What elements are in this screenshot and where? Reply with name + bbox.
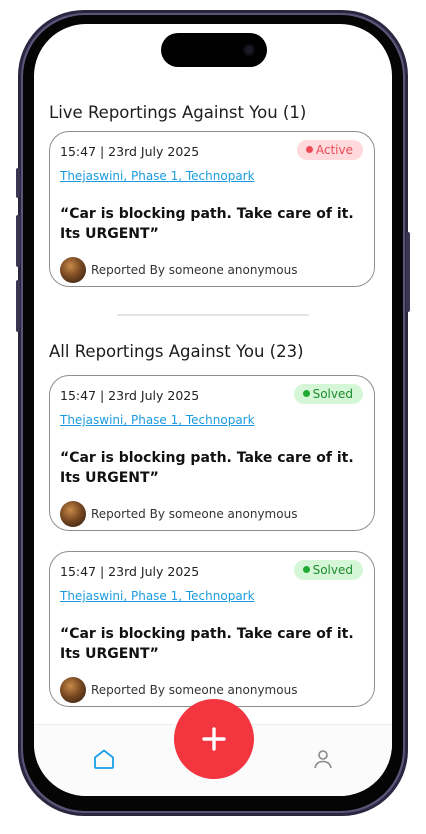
status-label: Solved xyxy=(312,563,353,577)
status-dot-icon xyxy=(302,390,310,397)
live-section-title: Live Reportings Against You (1) xyxy=(49,103,307,122)
avatar xyxy=(60,677,86,703)
status-label: Active xyxy=(315,143,353,157)
section-divider xyxy=(117,314,309,316)
status-badge: Active xyxy=(296,140,363,160)
reporter-text: Reported By someone anonymous xyxy=(91,263,298,277)
user-icon[interactable] xyxy=(311,747,335,771)
add-report-button[interactable] xyxy=(174,699,254,779)
avatar xyxy=(60,257,86,283)
location-link[interactable]: Thejaswini, Phase 1, Technopark xyxy=(60,169,255,183)
camera-icon xyxy=(243,44,255,56)
report-card[interactable]: 15:47 | 23rd July 2025 Solved Thejaswini… xyxy=(49,551,375,707)
report-time: 15:47 | 23rd July 2025 xyxy=(60,388,200,403)
status-badge: Solved xyxy=(293,384,363,404)
dynamic-island xyxy=(161,33,267,67)
reporter-text: Reported By someone anonymous xyxy=(91,683,298,697)
report-time: 15:47 | 23rd July 2025 xyxy=(60,564,200,579)
all-section-title: All Reportings Against You (23) xyxy=(49,342,304,361)
plus-icon xyxy=(202,727,226,751)
status-dot-icon xyxy=(305,146,313,153)
location-link[interactable]: Thejaswini, Phase 1, Technopark xyxy=(60,413,255,427)
report-message: “Car is blocking path. Take care of it. … xyxy=(60,206,354,242)
phone-side-button xyxy=(16,280,20,332)
avatar xyxy=(60,501,86,527)
status-label: Solved xyxy=(312,387,353,401)
status-dot-icon xyxy=(302,566,310,573)
phone-side-button xyxy=(406,232,410,312)
location-link[interactable]: Thejaswini, Phase 1, Technopark xyxy=(60,589,255,603)
home-icon[interactable] xyxy=(92,747,116,771)
report-message: “Car is blocking path. Take care of it. … xyxy=(60,626,354,662)
report-time: 15:47 | 23rd July 2025 xyxy=(60,144,200,159)
phone-side-button xyxy=(16,215,20,267)
reporter-text: Reported By someone anonymous xyxy=(91,507,298,521)
status-badge: Solved xyxy=(293,560,363,580)
report-card[interactable]: 15:47 | 23rd July 2025 Active Thejaswini… xyxy=(49,131,375,287)
report-card[interactable]: 15:47 | 23rd July 2025 Solved Thejaswini… xyxy=(49,375,375,531)
phone-side-button xyxy=(16,168,20,198)
report-message: “Car is blocking path. Take care of it. … xyxy=(60,450,354,486)
app-screen: Live Reportings Against You (1) 15:47 | … xyxy=(34,24,392,796)
